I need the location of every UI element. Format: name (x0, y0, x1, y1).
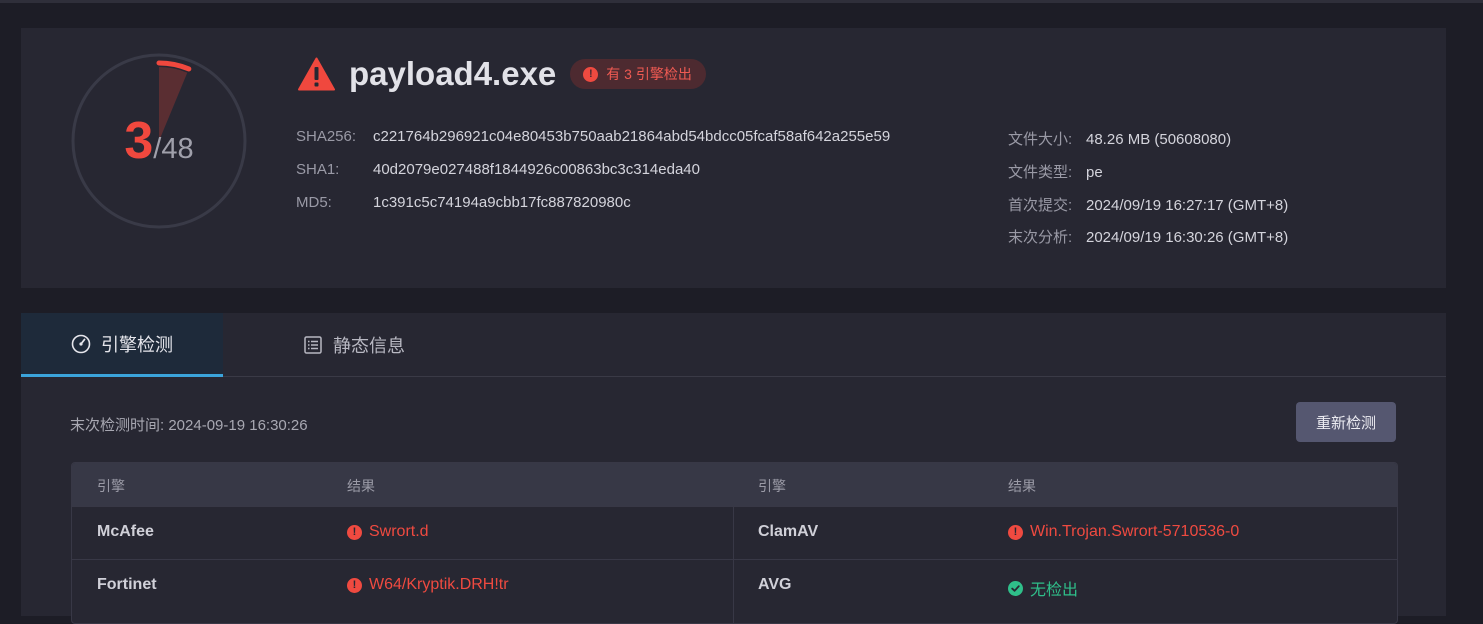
sha1-value[interactable]: 40d2079e027488f1844926c00863bc3c314eda40 (373, 161, 700, 178)
last-analysis-row: 末次分析: 2024/09/19 16:30:26 (GMT+8) (1008, 226, 1288, 247)
clean-result: 无检出 (1008, 576, 1078, 600)
file-type-value: pe (1086, 164, 1103, 181)
header-engine-left: 引擎 (97, 478, 125, 494)
detection-badge-label: 有 3 引擎检出 (606, 66, 692, 82)
header-engine-right: 引擎 (758, 478, 786, 494)
header-result-right: 结果 (1008, 478, 1036, 494)
engine-name: McAfee (97, 523, 154, 540)
check-circle-icon (1008, 580, 1023, 596)
last-scan-time: 末次检测时间: 2024-09-19 16:30:26 (70, 417, 308, 434)
clean-result-label: 无检出 (1030, 582, 1079, 599)
detection-result[interactable]: ! Swrort.d (347, 523, 429, 541)
sha256-row: SHA256: c221764b296921c04e80453b750aab218… (296, 128, 890, 145)
file-type-label: 文件类型: (1008, 164, 1073, 181)
file-type-row: 文件类型: pe (1008, 161, 1103, 182)
detection-ratio: 3/48 (71, 111, 247, 171)
file-size-label: 文件大小: (1008, 131, 1073, 148)
tab-static-info[interactable]: 静态信息 (253, 313, 455, 376)
file-size-row: 文件大小: 48.26 MB (50608080) (1008, 128, 1231, 149)
tab-static-info-label: 静态信息 (333, 335, 405, 356)
tab-engine-detection-label: 引擎检测 (101, 334, 173, 355)
engine-name: ClamAV (758, 523, 819, 540)
file-summary-card: 3/48 payload4.exe ! 有 3 引擎检出 SHA256: c221… (21, 28, 1446, 288)
list-icon (303, 335, 323, 355)
header-result-left: 结果 (347, 478, 375, 494)
table-row: Fortinet ! W64/Kryptik.DRH!tr AVG 无检出 (72, 559, 1397, 613)
file-name: payload4.exe (349, 55, 557, 92)
result-tabs: 引擎检测 静态信息 (21, 313, 1446, 377)
alert-circle-icon: ! (583, 66, 599, 82)
last-analysis-label: 末次分析: (1008, 229, 1073, 246)
gauge-icon (71, 334, 91, 354)
first-submitted-row: 首次提交: 2024/09/19 16:27:17 (GMT+8) (1008, 194, 1288, 215)
alert-circle-icon: ! (1008, 524, 1023, 540)
tab-engine-detection[interactable]: 引擎检测 (21, 313, 223, 377)
sha1-label: SHA1: (296, 161, 340, 178)
engine-name: AVG (758, 576, 792, 593)
table-row: McAfee ! Swrort.d ClamAV ! Win.Trojan.Sw… (72, 506, 1397, 560)
engine-total: /48 (153, 133, 194, 165)
md5-value[interactable]: 1c391c5c74194a9cbb17fc887820980c (373, 194, 631, 211)
detection-results-card: 引擎检测 静态信息 末次检测时间: 2024-09-19 16:30:26 重新… (21, 313, 1446, 624)
detection-gauge: 3/48 (71, 53, 247, 229)
sha1-row: SHA1: 40d2079e027488f1844926c00863bc3c314… (296, 161, 700, 178)
detection-result[interactable]: ! Win.Trojan.Swrort-5710536-0 (1008, 523, 1239, 541)
sha256-label: SHA256: (296, 128, 357, 145)
detection-result-label: Win.Trojan.Swrort-5710536-0 (1030, 523, 1240, 540)
detection-count: 3 (124, 112, 154, 170)
file-title-row: payload4.exe ! 有 3 引擎检出 (298, 55, 706, 92)
warning-icon (298, 57, 335, 91)
engine-results-table: 引擎 结果 引擎 结果 McAfee ! Swrort.d ClamAV ! W… (71, 462, 1398, 624)
detection-result[interactable]: ! W64/Kryptik.DRH!tr (347, 576, 509, 594)
detection-badge: ! 有 3 引擎检出 (570, 59, 706, 89)
engine-name: Fortinet (97, 576, 157, 593)
detection-result-label: Swrort.d (369, 523, 429, 540)
file-size-value: 48.26 MB (50608080) (1086, 131, 1232, 148)
rescan-button[interactable]: 重新检测 (1296, 402, 1396, 442)
md5-row: MD5: 1c391c5c74194a9cbb17fc887820980c (296, 194, 631, 211)
first-submitted-value: 2024/09/19 16:27:17 (GMT+8) (1086, 197, 1289, 214)
alert-circle-icon: ! (347, 577, 362, 593)
top-border (0, 0, 1483, 3)
alert-circle-icon: ! (347, 524, 362, 540)
first-submitted-label: 首次提交: (1008, 197, 1073, 214)
last-analysis-value: 2024/09/19 16:30:26 (GMT+8) (1086, 229, 1289, 246)
md5-label: MD5: (296, 194, 332, 211)
sha256-value[interactable]: c221764b296921c04e80453b750aab21864abd54… (373, 128, 890, 145)
table-header: 引擎 结果 引擎 结果 (72, 463, 1397, 506)
detection-result-label: W64/Kryptik.DRH!tr (369, 576, 509, 593)
